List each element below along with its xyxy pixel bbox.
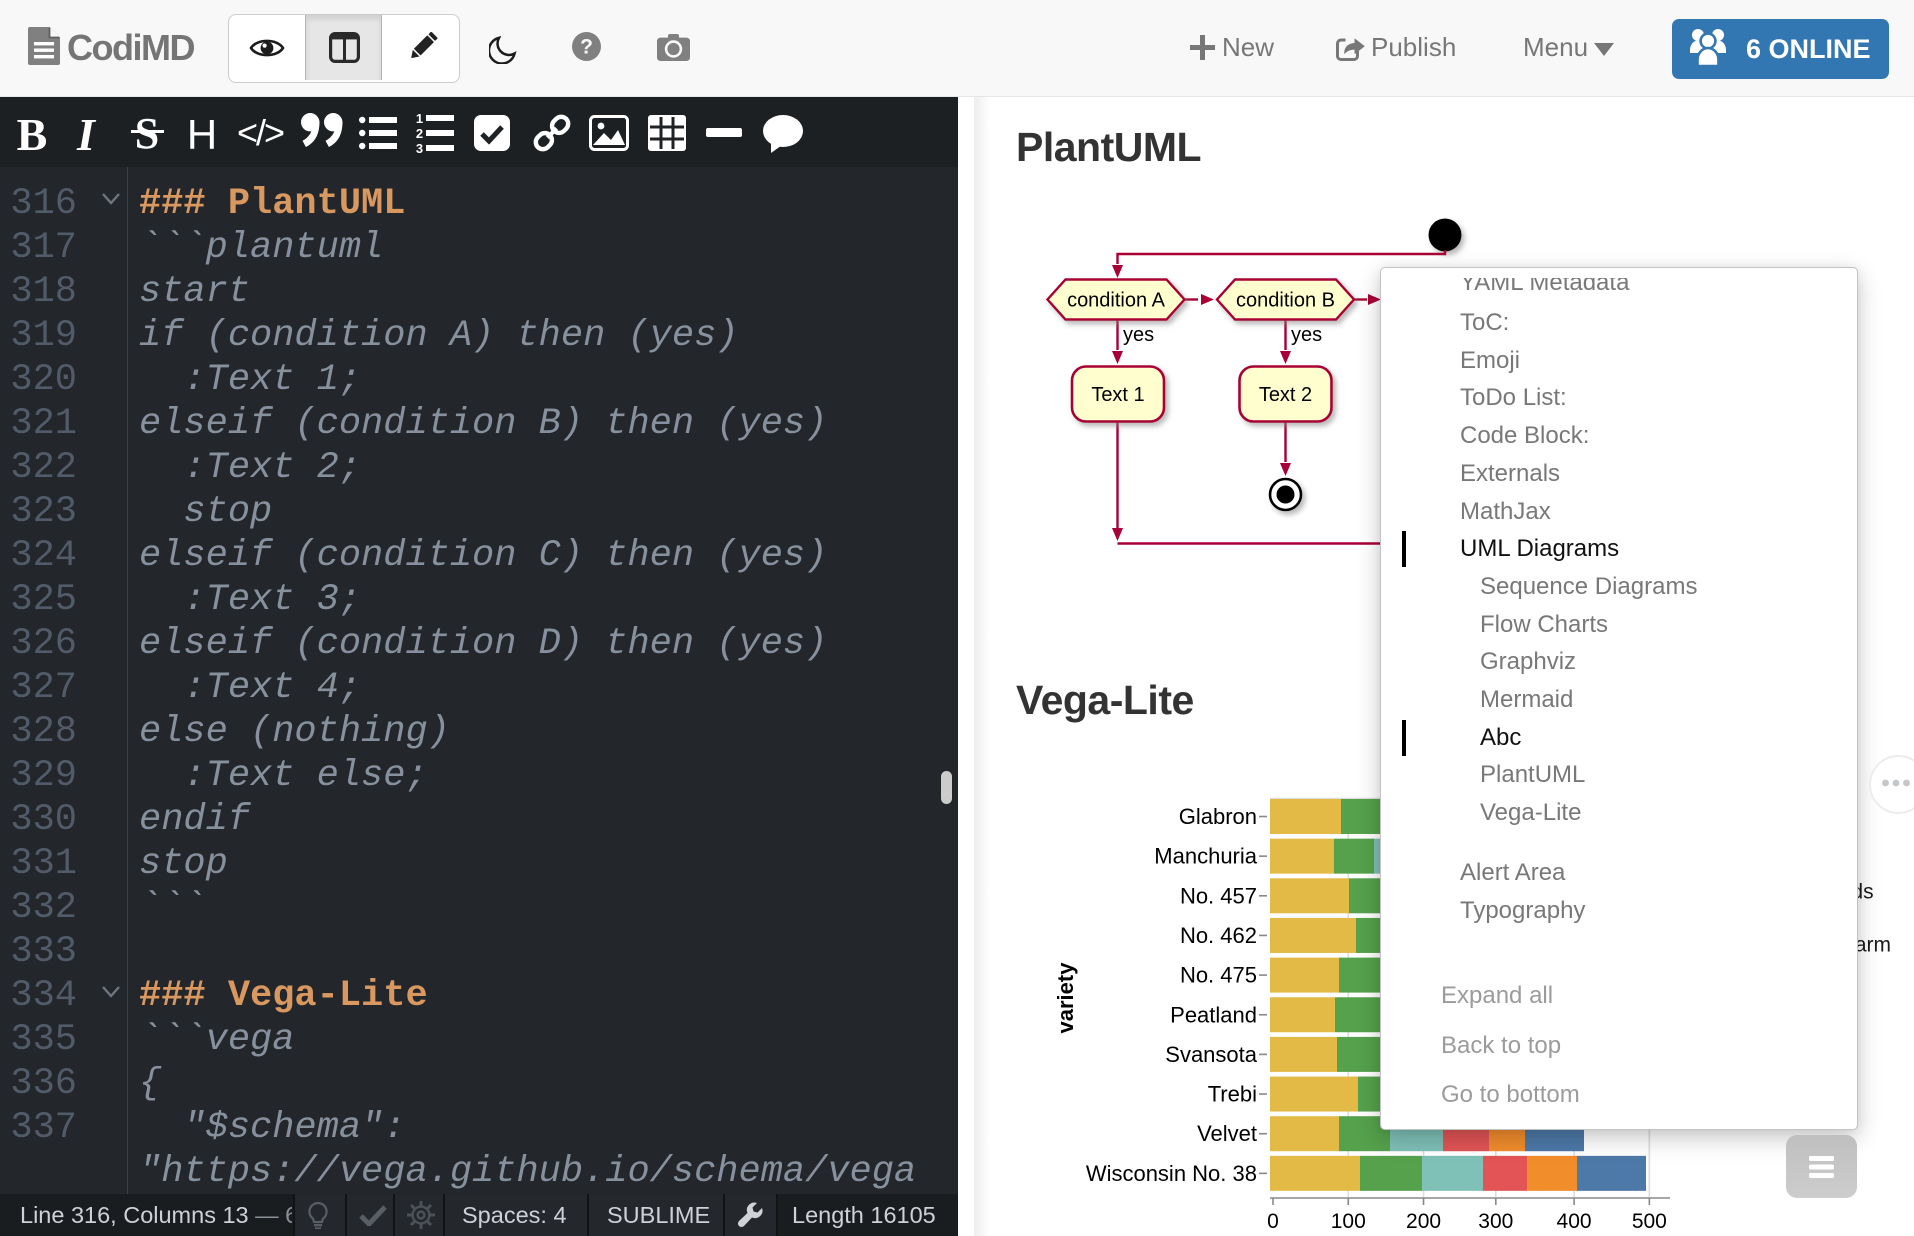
svg-text:Text 1: Text 1 xyxy=(1091,384,1144,406)
svg-text:Manchuria: Manchuria xyxy=(1154,844,1257,869)
svg-text:yes: yes xyxy=(1291,324,1322,346)
svg-text:400: 400 xyxy=(1557,1210,1592,1233)
svg-text:2: 2 xyxy=(416,126,423,141)
svg-text:yes: yes xyxy=(1123,324,1154,346)
svg-text:300: 300 xyxy=(1478,1210,1513,1233)
svg-text:200: 200 xyxy=(1406,1210,1441,1233)
svg-text:100: 100 xyxy=(1331,1210,1366,1233)
svg-text:?: ? xyxy=(580,36,593,59)
svg-text:condition B: condition B xyxy=(1236,290,1335,312)
svg-text:No. 462: No. 462 xyxy=(1180,923,1257,948)
svg-text:1: 1 xyxy=(416,112,423,126)
svg-text:Velvet: Velvet xyxy=(1197,1121,1257,1146)
svg-text:0: 0 xyxy=(1267,1210,1279,1233)
svg-text:No. 475: No. 475 xyxy=(1180,963,1257,988)
svg-text:Text 2: Text 2 xyxy=(1259,384,1312,406)
svg-text:Svansota: Svansota xyxy=(1165,1042,1257,1067)
svg-text:No. 457: No. 457 xyxy=(1180,883,1257,908)
svg-text:Glabron: Glabron xyxy=(1179,804,1257,829)
svg-text:Peatland: Peatland xyxy=(1170,1002,1257,1027)
svg-text:3: 3 xyxy=(416,141,423,154)
svg-text:variety: variety xyxy=(1053,962,1078,1034)
svg-text:500: 500 xyxy=(1632,1210,1667,1233)
svg-text:Trebi: Trebi xyxy=(1208,1082,1257,1107)
svg-text:condition A: condition A xyxy=(1067,290,1166,312)
svg-text:Wisconsin No. 38: Wisconsin No. 38 xyxy=(1086,1161,1257,1186)
